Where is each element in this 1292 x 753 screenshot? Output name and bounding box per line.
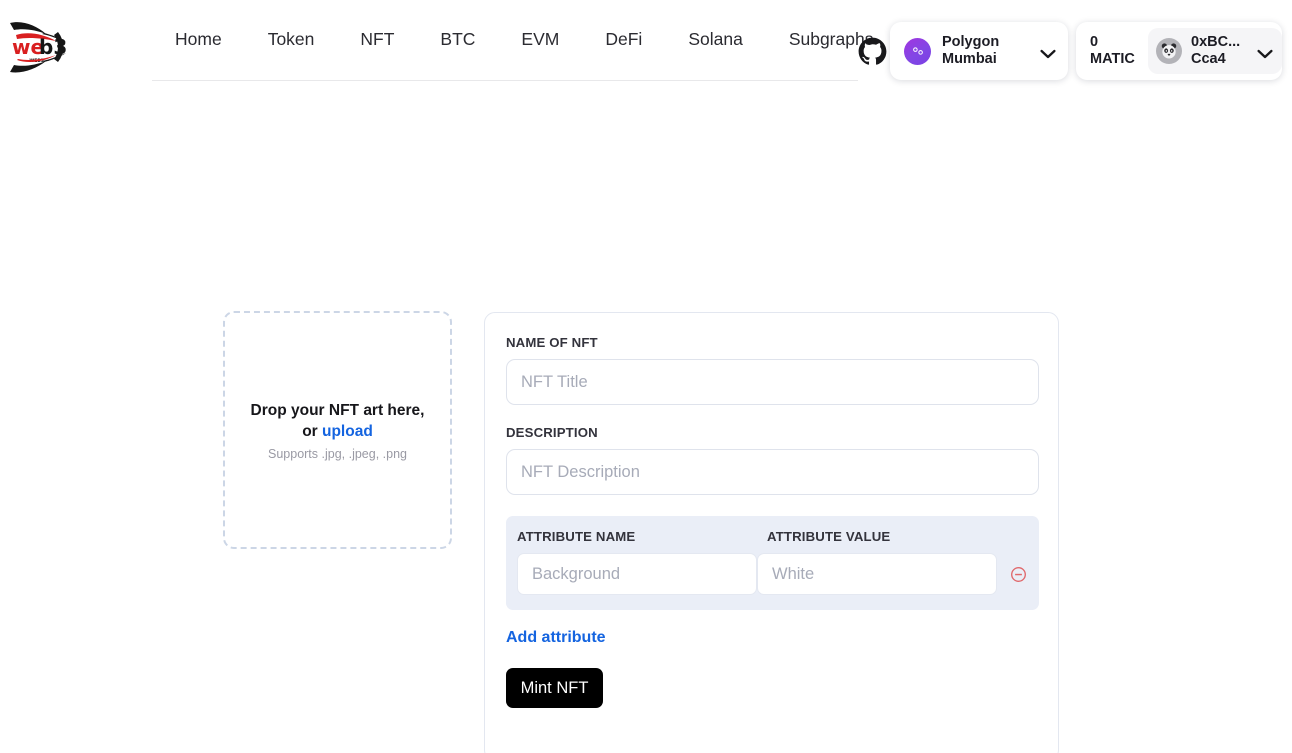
dropzone-or-text: or (302, 422, 322, 440)
github-link[interactable] (858, 37, 887, 66)
attribute-row (517, 553, 1027, 595)
nav-item-nft[interactable]: NFT (337, 31, 417, 49)
nav-item-home[interactable]: Home (152, 31, 245, 49)
network-name-line2: Mumbai (942, 51, 997, 67)
panda-avatar-icon (1156, 38, 1182, 64)
remove-circle-glyph (1011, 566, 1026, 582)
panda-avatar-glyph (1161, 43, 1177, 59)
nav-item-token[interactable]: Token (245, 31, 338, 49)
wallet-selector[interactable]: 0 MATIC 0xBC... Cca4 (1076, 22, 1282, 80)
svg-text:b3: b3 (39, 35, 67, 59)
nav-item-btc[interactable]: BTC (417, 31, 498, 49)
nav-item-solana[interactable]: Solana (665, 31, 766, 49)
chevron-down-glyph (1040, 49, 1056, 59)
network-name-line1: Polygon (942, 34, 1000, 50)
wallet-balance-symbol: MATIC (1090, 51, 1135, 67)
dropzone-headline: Drop your NFT art here, (250, 401, 425, 419)
dropzone-supported-formats: Supports .jpg, .jpeg, .png (268, 446, 407, 461)
chevron-down-glyph (1257, 49, 1273, 59)
nft-art-dropzone[interactable]: Drop your NFT art here, or upload Suppor… (223, 311, 452, 549)
remove-attribute-icon[interactable] (1010, 566, 1027, 583)
polygon-glyph-icon (912, 47, 923, 55)
wallet-address-line1: 0xBC... (1191, 34, 1241, 50)
nav-item-evm[interactable]: EVM (498, 31, 582, 49)
network-selector[interactable]: Polygon Mumbai (890, 22, 1068, 80)
network-name: Polygon Mumbai (942, 34, 1040, 68)
web3-logo-icon: we b3 ~ WEB3 ~ (10, 22, 67, 73)
nft-description-label: DESCRIPTION (506, 425, 598, 440)
wallet-address: 0xBC... Cca4 (1191, 34, 1257, 68)
upload-link[interactable]: upload (322, 423, 373, 440)
attribute-name-input[interactable] (517, 553, 757, 595)
chevron-down-icon (1040, 46, 1056, 59)
wallet-address-pill[interactable]: 0xBC... Cca4 (1148, 28, 1282, 74)
chevron-down-icon (1257, 46, 1273, 59)
wallet-balance: 0 MATIC (1090, 34, 1146, 68)
attribute-value-input[interactable] (757, 553, 997, 595)
nft-name-label: NAME OF NFT (506, 335, 598, 350)
web3-logo[interactable]: we b3 ~ WEB3 ~ (6, 14, 72, 80)
attributes-header-row: ATTRIBUTE NAME ATTRIBUTE VALUE (517, 529, 1027, 544)
nav-item-defi[interactable]: DeFi (582, 31, 665, 49)
add-attribute-link[interactable]: Add attribute (506, 629, 606, 647)
dropzone-upload-line: or upload (302, 421, 373, 442)
nft-name-input[interactable] (506, 359, 1039, 405)
mint-nft-form: NAME OF NFT DESCRIPTION ATTRIBUTE NAME A… (484, 312, 1059, 753)
nft-description-input[interactable] (506, 449, 1039, 495)
polygon-icon (904, 37, 931, 65)
mint-nft-button[interactable]: Mint NFT (506, 668, 603, 708)
attributes-section: ATTRIBUTE NAME ATTRIBUTE VALUE (506, 516, 1039, 610)
main-content: Drop your NFT art here, or upload Suppor… (0, 92, 1292, 753)
wallet-address-line2: Cca4 (1191, 51, 1226, 67)
main-navigation: Home Token NFT BTC EVM DeFi Solana Subgr… (152, 0, 961, 81)
app-header: we b3 ~ WEB3 ~ Home Token NFT BTC EVM De… (0, 0, 1292, 92)
attribute-name-header: ATTRIBUTE NAME (517, 529, 636, 544)
wallet-balance-amount: 0 (1090, 34, 1099, 50)
attribute-value-header: ATTRIBUTE VALUE (767, 529, 891, 544)
github-icon (858, 37, 887, 65)
